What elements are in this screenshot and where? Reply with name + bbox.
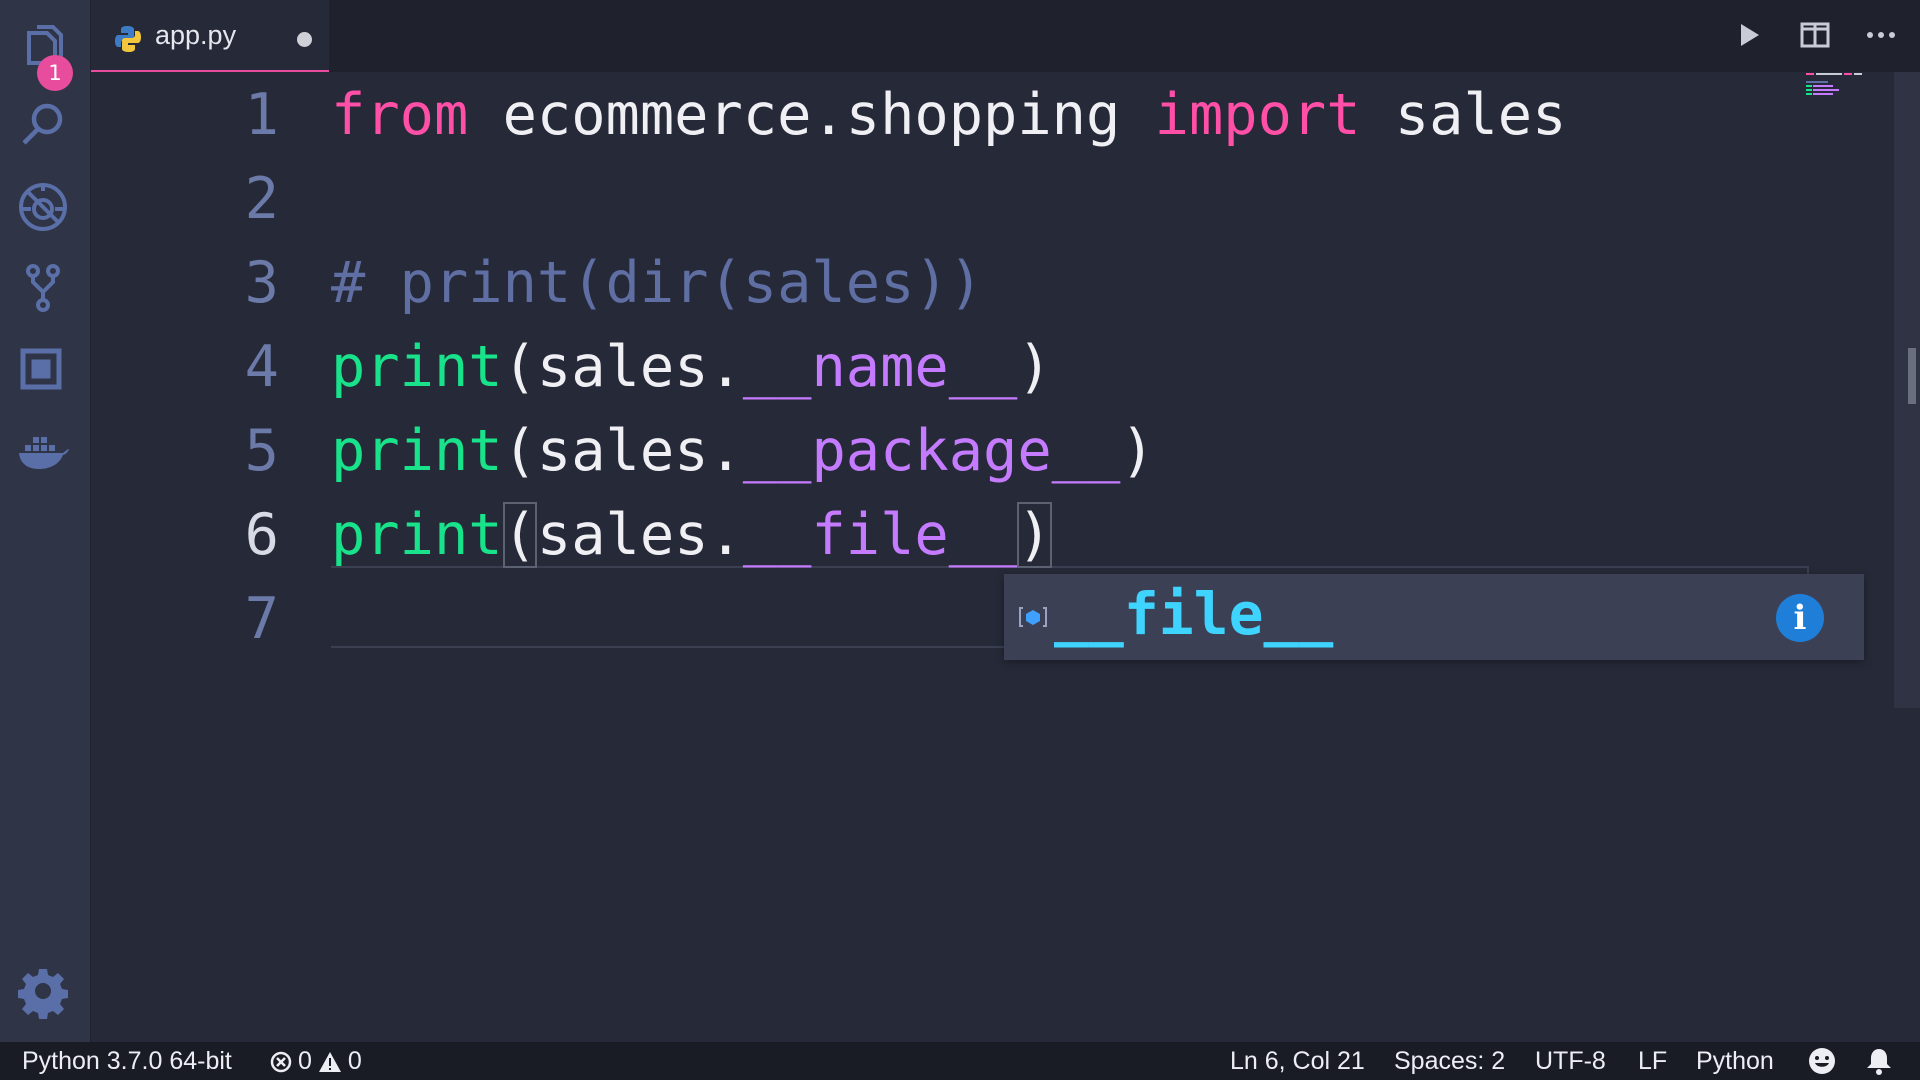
python-interpreter[interactable]: Python 3.7.0 64-bit bbox=[22, 1047, 232, 1076]
code-line: 5 print(sales.__package__) bbox=[91, 408, 1791, 492]
code-text: ecommerce.shopping bbox=[468, 82, 1155, 148]
function-name: print bbox=[331, 418, 503, 484]
keyword: import bbox=[1154, 82, 1361, 148]
line-number: 2 bbox=[244, 166, 279, 232]
extensions-icon[interactable] bbox=[12, 338, 74, 400]
code-line: 1 from ecommerce.shopping import sales bbox=[91, 72, 1791, 156]
paren: ( bbox=[502, 334, 537, 400]
code-text: sales. bbox=[536, 334, 743, 400]
dunder-attr: __file__ bbox=[742, 502, 1018, 568]
suggestion-label: __file__ bbox=[1054, 580, 1334, 648]
docker-icon[interactable] bbox=[12, 420, 74, 482]
source-control-icon[interactable] bbox=[12, 256, 74, 318]
paren: ) bbox=[1120, 418, 1155, 484]
paren: ) bbox=[1017, 334, 1052, 400]
dunder-attr: __name__ bbox=[742, 334, 1018, 400]
code-editor[interactable]: 1 from ecommerce.shopping import sales 2… bbox=[91, 72, 1894, 1042]
line-number: 3 bbox=[244, 250, 279, 316]
code-line-active: 6 print(sales.__file__) bbox=[91, 492, 1791, 576]
problems-indicator[interactable]: 0 0 bbox=[270, 1047, 362, 1076]
code-line: 4 print(sales.__name__) bbox=[91, 324, 1791, 408]
code-text: sales bbox=[1360, 82, 1567, 148]
code-text: sales. bbox=[536, 418, 743, 484]
language-mode[interactable]: Python bbox=[1696, 1047, 1774, 1076]
cursor-position[interactable]: Ln 6, Col 21 bbox=[1230, 1047, 1365, 1076]
line-number: 7 bbox=[244, 586, 279, 652]
unsaved-dot-icon[interactable] bbox=[297, 32, 312, 47]
encoding[interactable]: UTF-8 bbox=[1535, 1047, 1606, 1076]
line-number: 4 bbox=[244, 334, 279, 400]
function-name: print bbox=[331, 502, 503, 568]
keyword: from bbox=[331, 82, 469, 148]
tab-bar: app.py bbox=[91, 0, 1920, 72]
end-of-line[interactable]: LF bbox=[1638, 1047, 1667, 1076]
tab-app-py[interactable]: app.py bbox=[91, 0, 329, 72]
gear-icon[interactable] bbox=[12, 960, 74, 1022]
python-file-icon bbox=[115, 26, 141, 52]
tab-label: app.py bbox=[155, 20, 237, 50]
vertical-scrollbar[interactable] bbox=[1894, 72, 1920, 708]
line-number: 6 bbox=[244, 502, 279, 568]
run-icon[interactable] bbox=[1730, 14, 1768, 56]
activity-bar: 1 bbox=[0, 0, 91, 1042]
info-icon[interactable]: i bbox=[1776, 594, 1824, 642]
split-editor-icon[interactable] bbox=[1796, 14, 1834, 56]
error-count: 0 bbox=[298, 1047, 312, 1075]
code-text: sales. bbox=[536, 502, 743, 568]
field-symbol-icon bbox=[1019, 607, 1047, 627]
warning-count: 0 bbox=[347, 1047, 362, 1075]
search-icon[interactable] bbox=[12, 94, 74, 156]
paren: ( bbox=[502, 418, 537, 484]
minimap[interactable] bbox=[1806, 72, 1866, 100]
error-icon bbox=[270, 1051, 292, 1072]
more-actions-icon[interactable] bbox=[1862, 14, 1900, 56]
comment-text: # print(dir(sales)) bbox=[331, 250, 984, 316]
debug-icon[interactable] bbox=[12, 176, 74, 238]
scrollbar-thumb[interactable] bbox=[1908, 348, 1916, 404]
status-bar: Python 3.7.0 64-bit 0 0 Ln 6, Col 21 Spa… bbox=[0, 1042, 1920, 1080]
indentation[interactable]: Spaces: 2 bbox=[1394, 1047, 1505, 1076]
explorer-badge: 1 bbox=[37, 55, 73, 91]
autocomplete-suggestion[interactable]: __file__ i bbox=[1004, 574, 1864, 660]
warning-icon bbox=[318, 1051, 341, 1072]
feedback-smiley-icon[interactable] bbox=[1808, 1047, 1836, 1075]
bell-icon[interactable] bbox=[1866, 1047, 1892, 1075]
function-name: print bbox=[331, 334, 503, 400]
matched-bracket: ( bbox=[502, 502, 537, 568]
line-number: 5 bbox=[244, 418, 279, 484]
dunder-attr: __package__ bbox=[742, 418, 1121, 484]
matched-bracket: ) bbox=[1017, 502, 1052, 568]
code-line: 3 # print(dir(sales)) bbox=[91, 240, 1791, 324]
code-line: 2 bbox=[91, 156, 1791, 240]
line-number: 1 bbox=[244, 82, 279, 148]
